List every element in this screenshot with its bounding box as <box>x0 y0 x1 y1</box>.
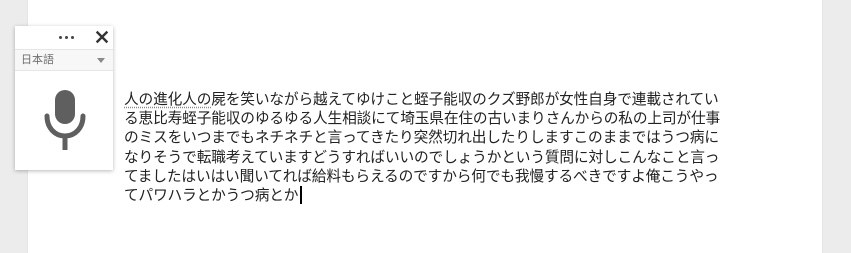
text-line-1: 人の進化人の屍を笑いながら越えてゆけこと蛭子能収のクズ野郎が女性自身で連載されて… <box>124 90 736 109</box>
text-cursor <box>300 186 303 205</box>
more-horiz-icon[interactable] <box>57 30 77 44</box>
chevron-down-icon <box>97 58 105 63</box>
text-line-6-content: てパワハラとかうつ病とか <box>124 187 299 205</box>
text-line-6: てパワハラとかうつ病とか <box>124 186 736 205</box>
language-label: 日本語 <box>21 53 54 66</box>
text-line-1-rest: 屍を笑いながら越えてゆけこと蛭子能収のクズ野郎が女性自身で連載されてい <box>211 91 719 108</box>
document-body[interactable]: 人の進化人の屍を笑いながら越えてゆけこと蛭子能収のクズ野郎が女性自身で連載されて… <box>124 90 736 205</box>
language-select[interactable]: 日本語 <box>15 49 113 71</box>
text-line-1-underlined-prefix: 人の進化人の <box>124 91 212 108</box>
close-icon[interactable] <box>95 29 109 44</box>
microphone-icon[interactable] <box>41 88 89 152</box>
text-line-5: てましたはいはい聞いてれば給料もらえるのですから何でも我慢するべきですよ俺こうや… <box>124 167 719 185</box>
voice-widget-header <box>15 26 113 48</box>
text-line-3: のミスをいつまでもネチネチと言ってきたり突然切れ出したりしますこのままではうつ病… <box>124 129 719 147</box>
text-line-2: る恵比寿蛭子能収のゆるゆる人生相談にて埼玉県在住の古いまりさんからの私の上司が仕… <box>124 110 721 128</box>
text-line-4: なりそうで転職考えていますどうすればいいのでしょうかという質問に対しこんなこと言… <box>124 148 720 166</box>
voice-typing-widget[interactable]: 日本語 <box>15 26 113 170</box>
